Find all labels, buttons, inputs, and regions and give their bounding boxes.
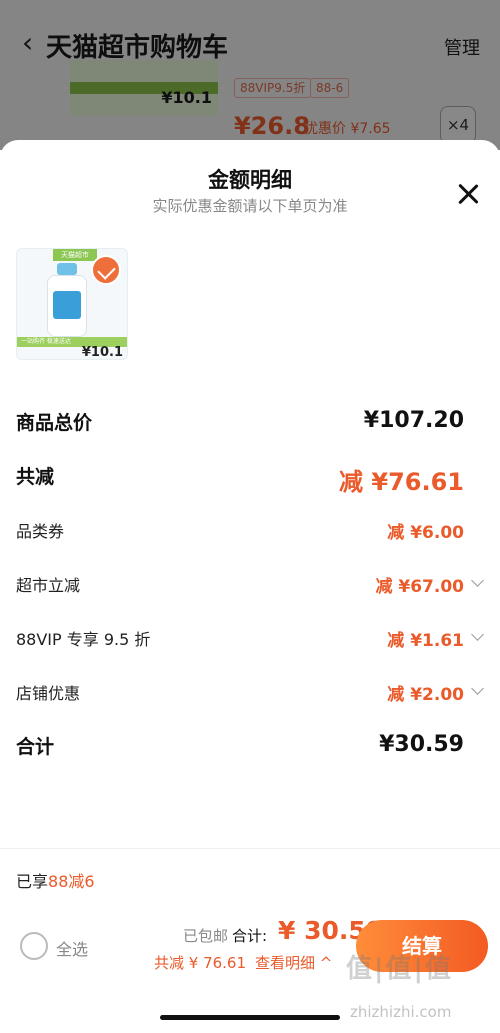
subtotal-label: 商品总价: [16, 412, 93, 434]
store-discount-row[interactable]: 店铺优惠 减 ¥2.00: [16, 680, 484, 710]
footer-reduce-text: 共减 ¥ 76.61: [154, 954, 247, 972]
subtotal-row: 商品总价 ¥107.20: [16, 408, 484, 438]
sheet-title: 金额明细: [208, 168, 292, 192]
market-reduce-value: 减 ¥67.00: [375, 577, 464, 597]
select-all-label[interactable]: 全选: [56, 936, 88, 960]
select-all-checkbox[interactable]: [20, 932, 48, 960]
total-label: 合计: [16, 736, 55, 758]
vip-discount-value: 减 ¥1.61: [387, 631, 464, 651]
chevron-down-icon[interactable]: [471, 574, 484, 587]
chevron-down-icon[interactable]: [471, 682, 484, 695]
enjoyed-promo: 已享88减6: [16, 872, 95, 891]
selected-check-icon[interactable]: [91, 255, 121, 285]
bottle-image: [47, 263, 87, 337]
tmall-tag: 天猫超市: [53, 249, 97, 261]
divider: [0, 848, 500, 849]
sheet-subtitle: 实际优惠金额请以下单页为准: [152, 197, 348, 215]
amount-detail-sheet: 金额明细 实际优惠金额请以下单页为准 天猫超市 一站购齐 极速送达 ¥10.1 …: [0, 140, 500, 1033]
total-row: 合计 ¥30.59: [16, 732, 484, 762]
total-reduce-value: 减 ¥76.61: [339, 468, 464, 496]
close-icon[interactable]: [454, 180, 482, 208]
view-detail-link[interactable]: 查看明细 ^: [255, 952, 332, 973]
watermark-logo: 值|值|值: [346, 954, 453, 984]
chevron-down-icon[interactable]: [471, 628, 484, 641]
thumbnail-price: ¥10.1: [81, 345, 123, 360]
enjoyed-promo-value: 88减6: [48, 872, 95, 891]
subtotal-value: ¥107.20: [363, 408, 464, 433]
watermark-site: zhizhizhi.com: [350, 1003, 452, 1021]
coupon-label: 品类券: [16, 522, 65, 541]
promo-band-text: 一站购齐 极速送达: [21, 338, 71, 345]
free-shipping-text: 已包邮: [183, 927, 229, 945]
market-reduce-label: 超市立减: [16, 576, 81, 595]
product-thumbnail[interactable]: 天猫超市 一站购齐 极速送达 ¥10.1: [16, 248, 128, 360]
coupon-row: 品类券 减 ¥6.00: [16, 518, 484, 548]
footer-total-label: 合计:: [232, 927, 268, 945]
total-reduce-row: 共减 减 ¥76.61: [16, 462, 484, 496]
store-discount-label: 店铺优惠: [16, 684, 81, 703]
vip-discount-row[interactable]: 88VIP 专享 9.5 折 减 ¥1.61: [16, 626, 484, 656]
modal-overlay[interactable]: [0, 0, 500, 150]
store-discount-value: 减 ¥2.00: [387, 685, 464, 705]
vip-discount-label: 88VIP 专享 9.5 折: [16, 630, 151, 649]
total-reduce-label: 共减: [16, 466, 55, 488]
coupon-value: 减 ¥6.00: [387, 523, 464, 543]
total-value: ¥30.59: [379, 732, 464, 757]
home-indicator[interactable]: [160, 1015, 340, 1020]
market-reduce-row[interactable]: 超市立减 减 ¥67.00: [16, 572, 484, 602]
